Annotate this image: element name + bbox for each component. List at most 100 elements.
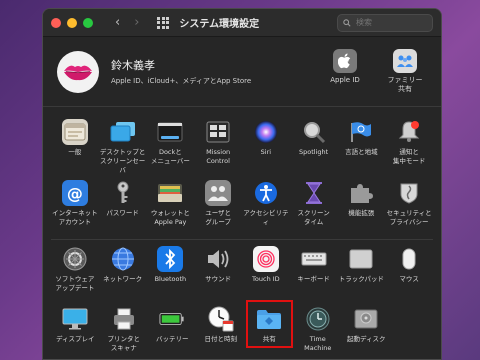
pane-accessibility[interactable]: アクセシビリティ: [242, 178, 290, 239]
pane-desktop-screensaver[interactable]: デスクトップと スクリーンセーバ: [99, 117, 147, 178]
user-subtitle: Apple ID、iCloud+、メディアとApp Store: [111, 77, 252, 85]
notification-icon: [396, 119, 422, 145]
pane-sharing[interactable]: 共有: [245, 300, 294, 359]
internet-accounts-icon: @: [61, 180, 88, 206]
avatar[interactable]: [57, 50, 99, 93]
pane-label: Bluetooth: [154, 275, 187, 283]
search-icon: [343, 18, 351, 27]
pane-mouse[interactable]: マウス: [385, 244, 433, 304]
pane-internet-accounts[interactable]: @ インターネット アカウント: [51, 178, 99, 239]
window-title: システム環境設定: [179, 19, 260, 30]
mission-control-icon: [205, 119, 231, 145]
pane-spotlight[interactable]: Spotlight: [290, 117, 338, 178]
show-all-grid-icon[interactable]: [157, 16, 170, 29]
user-name: 鈴木義孝: [111, 59, 155, 72]
pane-time-machine[interactable]: Time Machine: [294, 304, 343, 359]
pane-label: 通知と 集中モード: [392, 148, 426, 165]
pane-label: ネットワーク: [103, 275, 143, 283]
pane-mission-control[interactable]: Mission Control: [194, 117, 242, 178]
printer-icon: [111, 306, 137, 332]
sound-icon: [205, 246, 231, 272]
pane-battery[interactable]: バッテリー: [148, 304, 197, 359]
pane-label: Siri: [260, 148, 272, 156]
apple-icon: [333, 48, 357, 73]
pane-label: バッテリー: [156, 335, 189, 343]
pane-label: Dockと メニューバー: [150, 148, 190, 165]
pane-label: インターネット アカウント: [52, 209, 98, 226]
traffic-lights: [51, 17, 93, 28]
pane-users-groups[interactable]: ユーザと グループ: [194, 178, 242, 239]
dock-icon: [157, 119, 183, 145]
pane-label: ソフトウェア アップデート: [55, 275, 95, 292]
network-icon: [110, 246, 136, 272]
title-bar: ‹ › システム環境設定: [43, 9, 441, 37]
pane-extensions[interactable]: 機能拡張: [338, 178, 386, 239]
lips-icon: [64, 65, 92, 80]
pane-language-region[interactable]: 言語と地域: [338, 117, 386, 178]
users-icon: [205, 180, 232, 206]
back-button[interactable]: ‹: [115, 15, 120, 30]
pane-label: 共有: [262, 335, 276, 343]
hourglass-icon: [301, 180, 327, 206]
display-icon: [62, 306, 88, 332]
pane-row: @ インターネット アカウント パスワード ウォレットと Apple Pay ユ…: [51, 178, 433, 239]
pane-displays[interactable]: ディスプレイ: [51, 304, 100, 359]
pane-network[interactable]: ネットワーク: [99, 244, 147, 304]
pane-row: 一般 デスクトップと スクリーンセーバ Dockと メニューバー Mission…: [51, 117, 433, 178]
pane-general[interactable]: 一般: [51, 117, 99, 178]
pane-label: Touch ID: [252, 275, 280, 283]
security-icon: [396, 180, 422, 206]
pane-date-time[interactable]: 日付と時刻: [197, 304, 246, 359]
spotlight-icon: [301, 119, 327, 145]
startup-disk-icon: [353, 306, 379, 332]
pane-label: ウォレットと Apple Pay: [150, 209, 190, 226]
pane-bluetooth[interactable]: Bluetooth: [147, 244, 195, 304]
pane-screen-time[interactable]: スクリーン タイム: [290, 178, 338, 239]
pane-sound[interactable]: サウンド: [194, 244, 242, 304]
family-sharing-pane[interactable]: ファミリー 共有: [383, 48, 427, 94]
battery-icon: [159, 306, 185, 332]
pane-label: 一般: [68, 148, 82, 156]
pane-trackpad[interactable]: トラックパッド: [338, 244, 386, 304]
pane-passwords[interactable]: パスワード: [99, 178, 147, 239]
family-sharing-label: ファミリー 共有: [387, 75, 423, 93]
accessibility-icon: [253, 180, 279, 206]
zoom-window-button[interactable]: [83, 17, 93, 28]
pane-wallet-applepay[interactable]: ウォレットと Apple Pay: [147, 178, 195, 239]
pane-printers-scanners[interactable]: プリンタと スキャナ: [100, 304, 149, 359]
wallet-icon: [157, 180, 183, 206]
search-input[interactable]: [356, 18, 426, 27]
clock-icon: [208, 306, 234, 332]
close-window-button[interactable]: [51, 17, 61, 28]
apple-id-pane[interactable]: Apple ID: [323, 48, 367, 94]
sharing-folder-icon: [256, 306, 282, 332]
pane-startup-disk[interactable]: 起動ディスク: [342, 304, 391, 359]
pane-label: ディスプレイ: [55, 335, 95, 343]
general-icon: [61, 119, 88, 145]
time-machine-icon: [305, 306, 331, 332]
search-field[interactable]: [337, 13, 433, 32]
pane-security-privacy[interactable]: セキュリティと プライバシー: [385, 178, 433, 239]
pane-touch-id[interactable]: Touch ID: [242, 244, 290, 304]
pane-software-update[interactable]: ソフトウェア アップデート: [51, 244, 99, 304]
keyboard-icon: [301, 246, 327, 272]
pane-label: Time Machine: [304, 335, 332, 352]
fingerprint-icon: [252, 246, 279, 272]
pane-keyboard[interactable]: キーボード: [290, 244, 338, 304]
minimize-window-button[interactable]: [67, 17, 77, 28]
pane-notifications-focus[interactable]: 通知と 集中モード: [385, 117, 433, 178]
pane-label: サウンド: [205, 275, 232, 283]
key-icon: [110, 180, 136, 206]
pane-dock-menubar[interactable]: Dockと メニューバー: [147, 117, 195, 178]
pane-row: ディスプレイ プリンタと スキャナ バッテリー 日付と時刻 共有 Time Ma…: [51, 300, 433, 359]
pane-label: 起動ディスク: [346, 335, 386, 343]
pane-label: 言語と地域: [345, 148, 378, 156]
pane-label: 日付と時刻: [204, 335, 238, 343]
siri-icon: [253, 119, 279, 145]
forward-button[interactable]: ›: [134, 15, 139, 30]
extensions-icon: [348, 180, 374, 206]
pane-row: ソフトウェア アップデート ネットワーク Bluetooth サウンド Touc…: [51, 239, 433, 304]
pane-label: 機能拡張: [348, 209, 375, 217]
pane-label: アクセシビリティ: [243, 209, 289, 226]
pane-siri[interactable]: Siri: [242, 117, 290, 178]
